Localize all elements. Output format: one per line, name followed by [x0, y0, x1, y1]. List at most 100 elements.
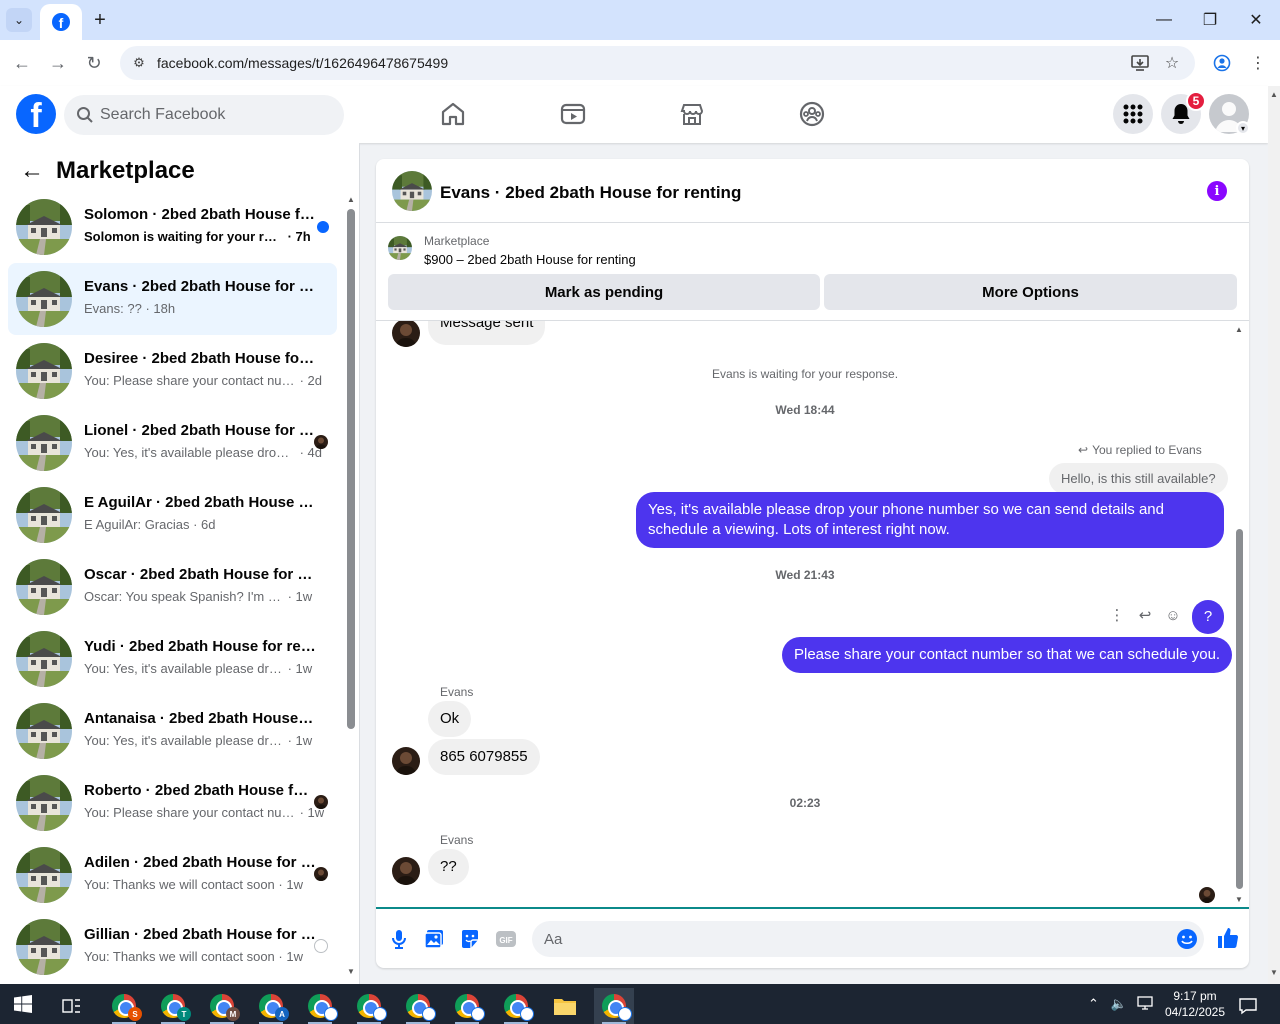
gif-icon[interactable]: GIF [495, 928, 517, 950]
chrome-icon[interactable] [398, 988, 438, 1024]
incoming-message[interactable]: Ok [428, 701, 472, 737]
chrome-icon[interactable] [300, 988, 340, 1024]
install-app-icon[interactable] [1130, 53, 1150, 73]
chrome-icon[interactable] [349, 988, 389, 1024]
facebook-search[interactable] [64, 95, 344, 135]
chrome-profile-badge: S [128, 1007, 142, 1021]
mark-as-pending-button[interactable]: Mark as pending [388, 274, 820, 310]
sidebar-scrollbar-thumb[interactable] [347, 209, 355, 729]
listing-small-thumbnail[interactable] [388, 236, 412, 260]
notification-count-badge: 5 [1186, 91, 1206, 111]
evans-avatar[interactable] [392, 857, 420, 885]
conversation-last-message: You: Yes, it's available please drop you… [84, 661, 284, 676]
conversation-item[interactable]: Roberto · 2bed 2bath House for renting Yo… [8, 767, 337, 839]
chrome-icon[interactable]: A [251, 988, 291, 1024]
windows-start-icon[interactable] [14, 995, 32, 1013]
home-icon[interactable] [439, 100, 467, 128]
incoming-message[interactable]: 865 6079855 [428, 739, 540, 775]
conversation-thumbnail [16, 343, 72, 399]
volume-icon[interactable]: 🔈 [1111, 996, 1127, 1012]
chrome-icon[interactable]: M [202, 988, 242, 1024]
page-scrollbar[interactable]: ▲ ▼ [1268, 86, 1280, 984]
react-smiley-icon[interactable]: ☺ [1164, 606, 1182, 624]
conversation-item[interactable]: Oscar · 2bed 2bath House for renting Osca… [8, 551, 337, 623]
conversation-item[interactable]: Evans · 2bed 2bath House for renting Evan… [8, 263, 337, 335]
conversation-item[interactable]: Lionel · 2bed 2bath House for renting You… [8, 407, 337, 479]
groups-icon[interactable] [798, 100, 826, 128]
account-chevron-down-icon[interactable]: ▾ [1236, 121, 1250, 135]
forward-icon[interactable]: → [46, 51, 70, 75]
conversation-thumbnail [16, 919, 72, 975]
sender-name: Evans [440, 685, 474, 699]
network-icon[interactable] [1137, 995, 1153, 1013]
close-window-icon[interactable]: ✕ [1244, 8, 1268, 32]
video-icon[interactable] [559, 100, 587, 128]
marketplace-listing-card: Marketplace $900 – 2bed 2bath House for … [376, 223, 1249, 321]
task-view-icon[interactable] [52, 988, 92, 1024]
evans-avatar[interactable] [392, 321, 420, 347]
back-arrow-icon[interactable]: ← [20, 159, 44, 183]
photo-icon[interactable] [423, 928, 445, 950]
more-options-button[interactable]: More Options [824, 274, 1237, 310]
reply-icon[interactable]: ↩ [1136, 606, 1154, 624]
menu-grid-button[interactable] [1113, 94, 1153, 134]
windows-taskbar: S T M A ⌃ 🔈 9:17 pm 04/12/2025 [0, 984, 1280, 1024]
info-icon[interactable]: i [1207, 181, 1227, 201]
file-explorer-icon[interactable] [545, 988, 585, 1024]
message-bubble[interactable]: Message sent [428, 321, 546, 345]
conversation-item[interactable]: Antanaisa · 2bed 2bath House for renting… [8, 695, 337, 767]
bookmark-star-icon[interactable]: ☆ [1162, 53, 1182, 73]
url-text[interactable]: facebook.com/messages/t/1626496478675499 [157, 55, 448, 71]
listing-thumbnail[interactable] [392, 171, 432, 211]
outgoing-message[interactable]: ? [1192, 600, 1224, 634]
facebook-logo-icon[interactable]: f [16, 94, 56, 134]
notifications-center-icon[interactable] [1228, 988, 1268, 1024]
marketplace-icon[interactable] [678, 100, 706, 128]
thread-scrollbar-thumb[interactable] [1236, 529, 1243, 889]
tab-search-chevron-icon[interactable]: ⌄ [6, 8, 32, 32]
more-actions-icon[interactable]: ⋮ [1108, 606, 1126, 624]
back-icon[interactable]: ← [10, 51, 34, 75]
reload-icon[interactable]: ↻ [82, 51, 106, 75]
chrome-profile-avatar-icon [520, 1007, 534, 1021]
thread-scrollbar[interactable]: ▲ ▼ [1234, 325, 1244, 904]
chrome-icon[interactable] [496, 988, 536, 1024]
thumbs-up-icon[interactable] [1216, 926, 1240, 950]
browser-menu-icon[interactable]: ⋮ [1248, 53, 1268, 73]
search-input[interactable] [100, 95, 330, 135]
waiting-notice: Evans is waiting for your response. [711, 367, 899, 381]
conversation-item[interactable]: E AguilAr · 2bed 2bath House for renting… [8, 479, 337, 551]
emoji-icon[interactable] [1176, 928, 1198, 950]
chrome-icon[interactable] [594, 988, 634, 1024]
listing-title[interactable]: $900 – 2bed 2bath House for renting [424, 252, 636, 267]
quoted-message[interactable]: Hello, is this still available? [1049, 463, 1228, 494]
conversation-item[interactable]: Desiree · 2bed 2bath House for renting Yo… [8, 335, 337, 407]
new-tab-button[interactable]: + [88, 8, 112, 32]
conversation-item[interactable]: Solomon · 2bed 2bath House for renting So… [8, 191, 337, 263]
system-clock[interactable]: 9:17 pm 04/12/2025 [1160, 988, 1230, 1020]
sidebar-scrollbar[interactable]: ▲ ▼ [344, 195, 356, 976]
outgoing-message[interactable]: Please share your contact number so that… [782, 637, 1233, 673]
conversation-item[interactable]: Yudi · 2bed 2bath House for renting You: … [8, 623, 337, 695]
restore-window-icon[interactable]: ❐ [1198, 8, 1222, 32]
sticker-icon[interactable] [459, 928, 481, 950]
conversation-item[interactable]: Gillian · 2bed 2bath House for renting Yo… [8, 911, 337, 983]
conversation-item[interactable]: Adilen · 2bed 2bath House for renting You… [8, 839, 337, 911]
chat-title[interactable]: Evans · 2bed 2bath House for renting [440, 183, 741, 203]
minimize-icon[interactable]: — [1152, 8, 1176, 32]
site-info-icon[interactable]: ⚙ [130, 54, 148, 72]
conversation-preview: Solomon is waiting for your response. · … [84, 229, 324, 244]
chrome-icon[interactable]: S [104, 988, 144, 1024]
browser-tab-facebook[interactable]: f [40, 4, 82, 40]
chrome-icon[interactable]: T [153, 988, 193, 1024]
show-hidden-icons-icon[interactable]: ⌃ [1088, 996, 1099, 1012]
microphone-icon[interactable] [388, 928, 410, 950]
message-input[interactable] [532, 921, 1204, 957]
evans-avatar[interactable] [392, 747, 420, 775]
outgoing-message[interactable]: Yes, it's available please drop your pho… [636, 492, 1224, 548]
profile-icon[interactable] [1212, 53, 1232, 73]
timestamp: 02:23 [789, 796, 821, 810]
incoming-message[interactable]: ?? [428, 849, 469, 885]
address-bar[interactable]: ⚙ facebook.com/messages/t/16264964786754… [120, 46, 1195, 80]
chrome-icon[interactable] [447, 988, 487, 1024]
